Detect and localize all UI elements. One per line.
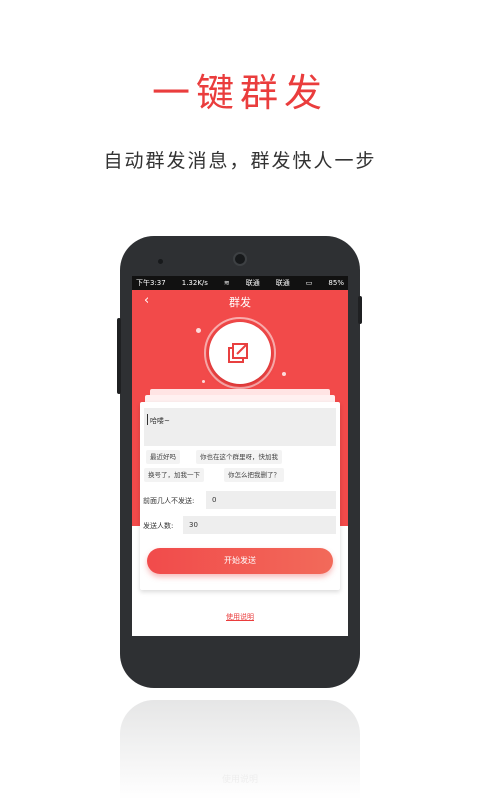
promo-subline: 自动群发消息，群发快人一步 (103, 150, 377, 172)
status-time: 下午3:37 (136, 279, 166, 287)
status-carrier-2: 联通 (275, 279, 290, 287)
status-bar: 下午3:37 1.32K/s ≋ 联通 联通 ▭ 85% (132, 276, 348, 290)
promo-headline: 一键群发 (151, 71, 328, 115)
skip-count-label: 前面几人不发送: (143, 497, 195, 505)
wifi-icon: ≋ (223, 279, 230, 287)
quick-phrase-chip[interactable]: 换号了，加我一下 (144, 468, 204, 482)
send-count-input[interactable] (183, 516, 336, 534)
skip-count-input[interactable] (206, 491, 336, 509)
help-link[interactable]: 使用说明 (132, 612, 348, 622)
status-battery: 85% (328, 279, 344, 287)
quick-phrase-chip[interactable]: 你怎么把我删了？ (224, 468, 284, 482)
proximity-sensor (158, 259, 163, 264)
status-speed: 1.32K/s (181, 279, 208, 287)
quick-phrase-chip[interactable]: 最近好吗 (146, 450, 180, 464)
page-title: 群发 (229, 296, 251, 309)
decorative-dot (202, 380, 205, 383)
message-text[interactable]: 哈喽~ (150, 416, 170, 426)
decorative-dot (196, 328, 201, 333)
battery-icon: ▭ (305, 279, 313, 287)
message-input[interactable] (144, 408, 336, 446)
quick-phrase-chip[interactable]: 你也在这个群里呀，快加我 (196, 450, 282, 464)
status-carrier-1: 联通 (245, 279, 260, 287)
broadcast-icon-badge (209, 322, 271, 384)
start-send-button[interactable]: 开始发送 (147, 548, 333, 574)
send-count-label: 发送人数: (143, 522, 174, 530)
phone-screen: 下午3:37 1.32K/s ≋ 联通 联通 ▭ 85% ‹ 群发 哈喽~ 最近… (132, 276, 348, 636)
reflection-text: 使用说明 (221, 775, 258, 785)
phone-volume-button (117, 318, 121, 394)
share-icon (228, 343, 248, 363)
phone-power-button (358, 296, 362, 324)
phone-reflection (120, 700, 360, 800)
front-camera (233, 252, 247, 266)
message-caret (147, 414, 148, 425)
decorative-dot (282, 372, 286, 376)
